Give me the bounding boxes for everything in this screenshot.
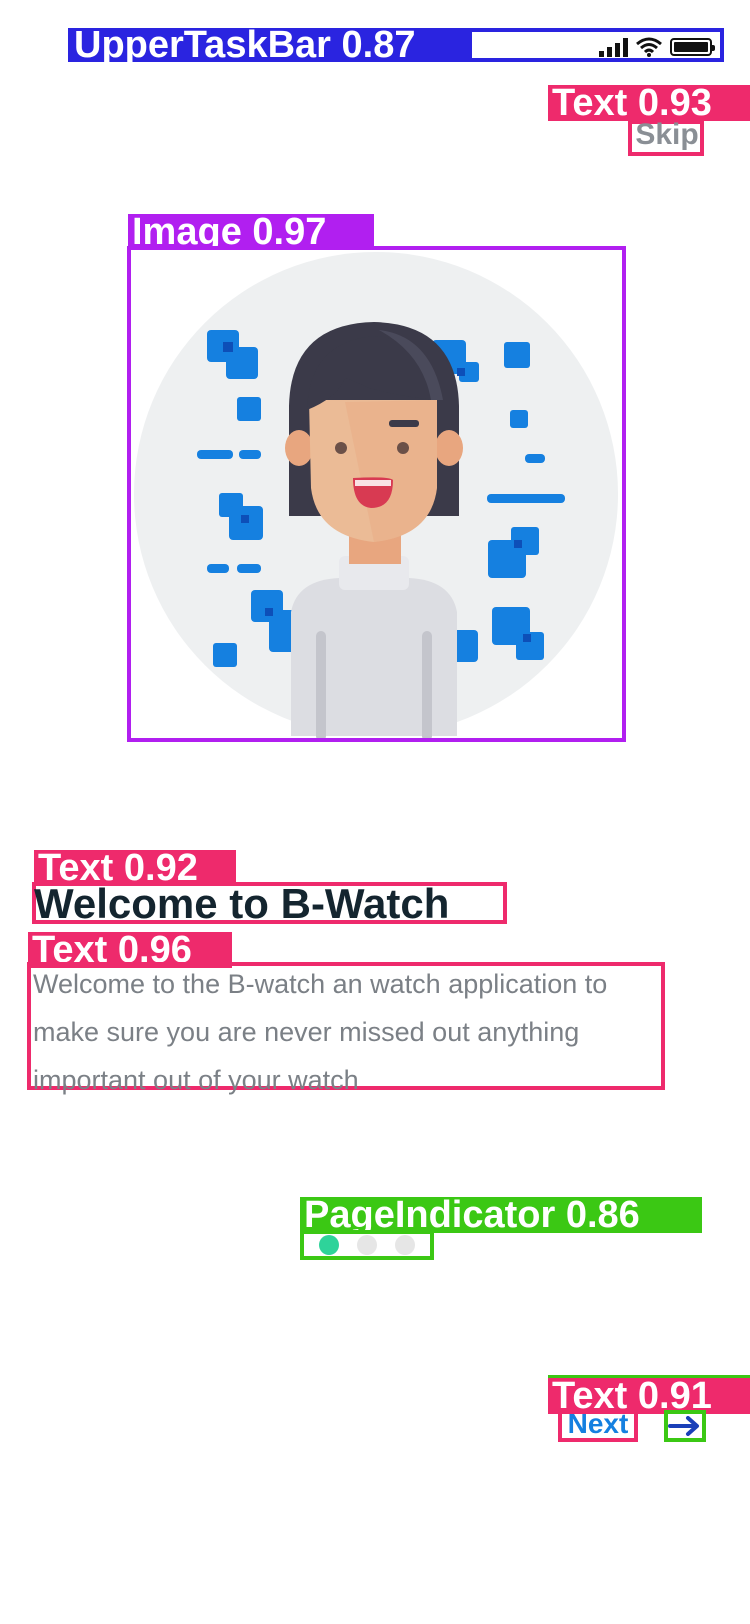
signal-icon (599, 37, 628, 57)
wifi-icon (636, 37, 662, 57)
page-dot-3[interactable] (395, 1235, 415, 1255)
status-bar-annotation: UpperTaskBar 0.87 (68, 28, 472, 62)
arrow-right-icon (668, 1416, 699, 1436)
illustration-annotation-box (127, 246, 626, 742)
page-indicator-annotation: PageIndicator 0.86 (300, 1196, 702, 1234)
onboarding-description: Welcome to the B-watch an watch applicat… (33, 969, 608, 1095)
next-button[interactable]: Next (560, 1408, 636, 1440)
next-arrow-button[interactable] (664, 1410, 706, 1442)
skip-annotation: Text 0.93 (548, 84, 750, 122)
battery-icon (670, 38, 715, 56)
page-dot-2[interactable] (357, 1235, 377, 1255)
page-indicator[interactable] (300, 1230, 434, 1260)
page-dot-1[interactable] (319, 1235, 339, 1255)
illustration-annotation: Image 0.97 (128, 213, 374, 251)
skip-button[interactable]: Skip (632, 118, 702, 152)
status-icons (599, 34, 715, 60)
onboarding-title: Welcome to B-Watch (34, 880, 450, 927)
